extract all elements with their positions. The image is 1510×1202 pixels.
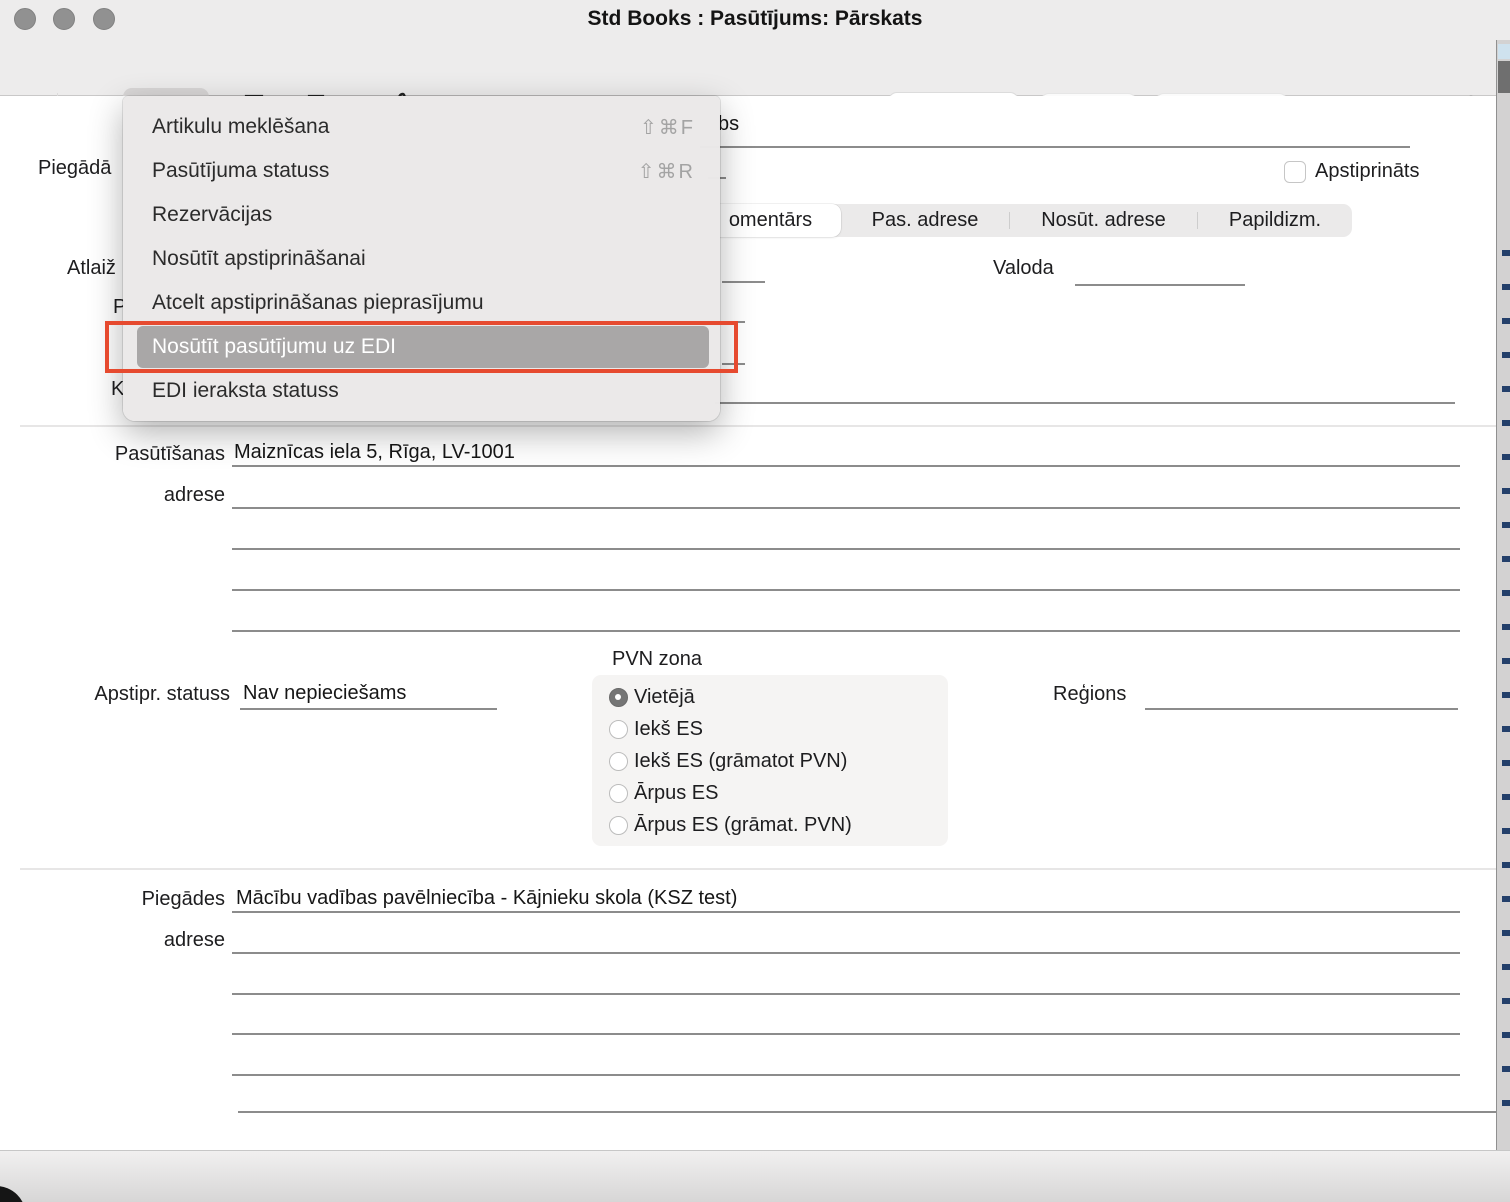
field-underline	[700, 146, 1410, 148]
tab-pas-adrese[interactable]: Pas. adrese	[841, 204, 1009, 237]
adrese-label: adrese	[40, 484, 225, 507]
apstipr-statuss-value[interactable]: Nav nepieciešams	[243, 682, 406, 705]
menu-item-atcelt-apstiprinasanas[interactable]: Atcelt apstiprināšanas pieprasījumu	[123, 281, 720, 325]
menu-item-label: Nosūtīt apstiprināšanai	[152, 247, 366, 271]
ordering-address-value[interactable]: Maiznīcas iela 5, Rīga, LV-1001	[234, 441, 515, 464]
menu-item-shortcut: ⇧⌘F	[640, 115, 695, 140]
adrese-label: adrese	[40, 929, 225, 952]
radio-vieteja[interactable]	[609, 688, 628, 707]
status-bar	[0, 1150, 1510, 1202]
menu-item-label: Artikulu meklēšana	[152, 115, 329, 139]
menu-item-artikulu-meklesana[interactable]: Artikulu meklēšana ⇧⌘F	[123, 105, 720, 149]
radio-label: Iekš ES (grāmatot PVN)	[634, 750, 847, 773]
address-line-underline[interactable]	[232, 630, 1460, 632]
pvn-zona-label: PVN zona	[612, 648, 702, 671]
radio-arpus-es[interactable]	[609, 784, 628, 803]
menu-item-nosutit-apstiprinasanai[interactable]: Nosūtīt apstiprināšanai	[123, 237, 720, 281]
supplier-label-partial: Piegādā	[38, 157, 111, 180]
annotation-highlight-rectangle	[105, 321, 738, 373]
supplier-field-value-partial: bs	[718, 113, 739, 136]
section-separator	[20, 425, 1496, 427]
tab-komentars-partial[interactable]: omentārs	[700, 204, 841, 237]
pvn-zona-radio-group: Vietējā Iekš ES Iekš ES (grāmatot PVN) Ā…	[592, 675, 948, 846]
right-edge-scroll-strip[interactable]	[1496, 40, 1510, 1150]
tab-label: Papildizm.	[1229, 209, 1321, 232]
radio-label: Vietējā	[634, 686, 695, 709]
tab-strip: omentārs Pas. adrese Nosūt. adrese Papil…	[700, 204, 1352, 237]
piegades-label: Piegādes	[40, 888, 225, 911]
menu-item-label: EDI ieraksta statuss	[152, 379, 339, 403]
field-underline	[722, 281, 765, 283]
address-line-underline[interactable]	[232, 952, 1460, 954]
field-underline	[715, 402, 1455, 404]
address-line-underline[interactable]	[232, 1033, 1460, 1035]
menu-item-label: Atcelt apstiprināšanas pieprasījumu	[152, 291, 484, 315]
tab-label: omentārs	[729, 209, 812, 232]
right-edge-text-fragments	[1502, 250, 1510, 1110]
menu-item-rezervacijas[interactable]: Rezervācijas	[123, 193, 720, 237]
radio-label: Iekš ES	[634, 718, 703, 741]
valoda-field-underline[interactable]	[1075, 284, 1245, 286]
radio-label: Ārpus ES	[634, 782, 718, 805]
scroll-strip-blue-segment	[1498, 44, 1510, 59]
regions-label: Reģions	[1053, 683, 1126, 706]
address-line-underline[interactable]	[232, 911, 1460, 913]
section-separator	[20, 868, 1496, 870]
atlaiz-label-partial: Atlaiž	[67, 257, 116, 280]
delivery-address-value[interactable]: Mācību vadības pavēlniecība - Kājnieku s…	[236, 887, 737, 910]
address-line-underline[interactable]	[232, 993, 1460, 995]
address-line-underline[interactable]	[232, 589, 1460, 591]
valoda-label: Valoda	[993, 257, 1054, 280]
radio-ieks-es-gramatot[interactable]	[609, 752, 628, 771]
tab-label: Pas. adrese	[872, 209, 979, 232]
menu-item-shortcut: ⇧⌘R	[638, 159, 695, 184]
toolbar: Veidot Atcelt Saglabāt	[0, 40, 1510, 96]
menu-item-label: Pasūtījuma statuss	[152, 159, 329, 183]
address-line-underline[interactable]	[232, 465, 1460, 467]
apstiprinats-label: Apstiprināts	[1315, 160, 1420, 183]
address-line-underline[interactable]	[238, 1111, 1503, 1113]
title-bar: Std Books : Pasūtījums: Pārskats	[0, 0, 1510, 40]
regions-field-underline[interactable]	[1145, 708, 1458, 710]
address-line-underline[interactable]	[232, 1074, 1460, 1076]
address-line-underline[interactable]	[232, 548, 1460, 550]
menu-item-pasutijuma-statuss[interactable]: Pasūtījuma statuss ⇧⌘R	[123, 149, 720, 193]
menu-item-edi-ieraksta-statuss[interactable]: EDI ieraksta statuss	[123, 369, 720, 413]
apstipr-statuss-label: Apstipr. statuss	[20, 683, 230, 706]
pasutisanas-label: Pasūtīšanas	[40, 443, 225, 466]
window-title: Std Books : Pasūtījums: Pārskats	[0, 7, 1510, 31]
radio-arpus-es-gramat[interactable]	[609, 816, 628, 835]
radio-ieks-es[interactable]	[609, 720, 628, 739]
radio-label: Ārpus ES (grāmat. PVN)	[634, 814, 852, 837]
menu-item-label: Rezervācijas	[152, 203, 272, 227]
app-window: Std Books : Pasūtījums: Pārskats	[0, 0, 1510, 1202]
tab-papildizm[interactable]: Papildizm.	[1198, 204, 1352, 237]
field-underline	[240, 708, 497, 710]
tab-nosut-adrese[interactable]: Nosūt. adrese	[1010, 204, 1197, 237]
scrollbar-thumb[interactable]	[1498, 61, 1510, 93]
apstiprinats-checkbox[interactable]	[1284, 161, 1306, 183]
address-line-underline[interactable]	[232, 507, 1460, 509]
tab-label: Nosūt. adrese	[1041, 209, 1166, 232]
